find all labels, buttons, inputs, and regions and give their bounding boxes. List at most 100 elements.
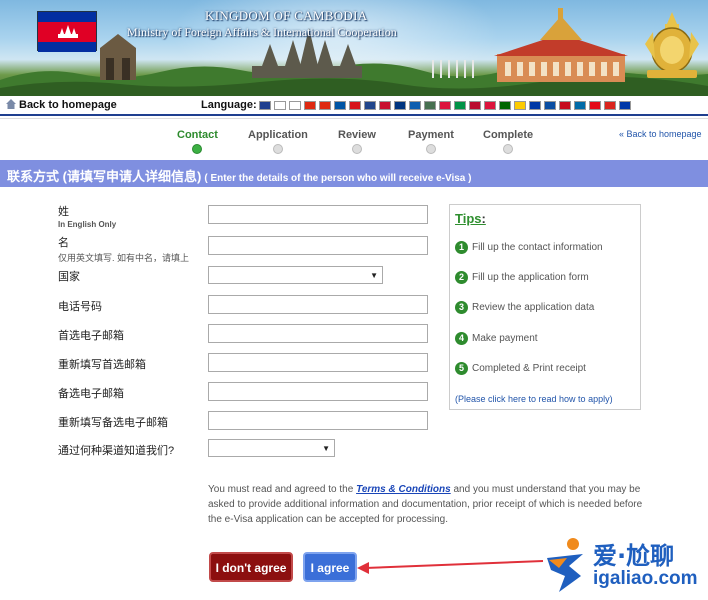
step-number-icon: 1 <box>455 241 468 254</box>
language-flag-icon[interactable] <box>349 101 361 110</box>
back-to-homepage-link[interactable]: Back to homepage <box>6 99 117 111</box>
banner-title: KINGDOM OF CAMBODIA <box>205 8 368 23</box>
language-flag-icon[interactable] <box>619 101 631 110</box>
language-flag-icon[interactable] <box>289 101 301 110</box>
step-contact: Contact <box>177 129 218 154</box>
given-name-label: 名 <box>58 237 69 249</box>
language-flag-icon[interactable] <box>589 101 601 110</box>
language-flags <box>259 101 631 111</box>
language-flag-icon[interactable] <box>484 101 496 110</box>
royal-crest-icon <box>645 12 699 78</box>
email-confirm-label: 重新填写首选邮箱 <box>58 359 146 371</box>
language-bar: Back to homepage Language: <box>0 96 708 116</box>
annotation-arrow-icon <box>357 560 544 574</box>
step-label: Application <box>248 129 308 141</box>
section-title-cn: 联系方式 (请填写申请人详细信息) <box>7 169 202 184</box>
alt-email-confirm-label: 重新填写备选电子邮箱 <box>58 417 168 429</box>
language-flag-icon[interactable] <box>304 101 316 110</box>
language-flag-icon[interactable] <box>439 101 451 110</box>
terms-notice: You must read and agreed to the Terms & … <box>208 482 648 527</box>
language-flag-icon[interactable] <box>544 101 556 110</box>
step-number-icon: 4 <box>455 332 468 345</box>
dropdown-arrow-icon: ▼ <box>322 444 330 453</box>
language-flag-icon[interactable] <box>499 101 511 110</box>
email-input[interactable] <box>208 324 428 343</box>
step-indicator-icon <box>272 144 283 154</box>
section-header: 联系方式 (请填写申请人详细信息) ( Enter the details of… <box>0 160 708 187</box>
step-payment: Payment <box>408 129 454 154</box>
language-flag-icon[interactable] <box>469 101 481 110</box>
language-flag-icon[interactable] <box>379 101 391 110</box>
language-flag-icon[interactable] <box>529 101 541 110</box>
tip-text: Review the application data <box>472 302 595 314</box>
alt-email-confirm-input[interactable] <box>208 411 428 430</box>
language-flag-icon[interactable] <box>259 101 271 110</box>
watermark-logo-icon <box>547 538 583 592</box>
how-to-apply-link[interactable]: (Please click here to read how to apply) <box>455 394 613 404</box>
given-name-hint: 仅用英文填写. 如有中名，请填上 <box>58 253 190 263</box>
tip-item: 2 Fill up the application form <box>455 271 589 284</box>
language-flag-icon[interactable] <box>334 101 346 110</box>
banner-subtitle: Ministry of Foreign Affairs & Internatio… <box>127 25 397 39</box>
source-select[interactable]: ▼ <box>208 439 335 457</box>
language-flag-icon[interactable] <box>409 101 421 110</box>
tips-title: Tips: <box>455 211 486 226</box>
surname-input[interactable] <box>208 205 428 224</box>
terms-conditions-link[interactable]: Terms & Conditions <box>356 484 451 495</box>
step-application: Application <box>248 129 308 154</box>
watermark-url: igaliao.com <box>593 568 698 589</box>
language-flag-icon[interactable] <box>514 101 526 110</box>
step-review: Review <box>338 129 376 154</box>
surname-hint: In English Only <box>58 220 117 229</box>
tip-text: Fill up the application form <box>472 272 589 284</box>
step-indicator-icon <box>425 144 436 154</box>
email-label: 首选电子邮箱 <box>58 330 124 342</box>
email-confirm-input[interactable] <box>208 353 428 372</box>
source-label: 通过何种渠道知道我们? <box>58 445 175 457</box>
language-flag-icon[interactable] <box>274 101 286 110</box>
language-flag-icon[interactable] <box>454 101 466 110</box>
tip-text: Make payment <box>472 333 538 345</box>
surname-label-group: 姓 In English Only <box>58 203 116 229</box>
given-name-input[interactable] <box>208 236 428 255</box>
back-to-homepage-small-link[interactable]: « Back to homepage <box>619 129 702 139</box>
language-flag-icon[interactable] <box>319 101 331 110</box>
tip-item: 5 Completed & Print receipt <box>455 362 586 375</box>
country-select[interactable]: ▼ <box>208 266 383 284</box>
language-flag-icon[interactable] <box>574 101 586 110</box>
terms-text-before: You must read and agreed to the <box>208 484 357 495</box>
dropdown-arrow-icon: ▼ <box>370 271 378 280</box>
language-flag-icon[interactable] <box>604 101 616 110</box>
cambodia-flag-icon <box>37 11 97 52</box>
language-flag-icon[interactable] <box>559 101 571 110</box>
language-flag-icon[interactable] <box>364 101 376 110</box>
surname-label: 姓 <box>58 206 69 218</box>
step-indicator-icon <box>503 144 514 154</box>
alt-email-label: 备选电子邮箱 <box>58 388 124 400</box>
step-complete: Complete <box>483 129 533 154</box>
alt-email-input[interactable] <box>208 382 428 401</box>
language-flag-icon[interactable] <box>424 101 436 110</box>
phone-input[interactable] <box>208 295 428 314</box>
back-to-homepage-label: Back to homepage <box>19 99 117 111</box>
language-label: Language: <box>201 99 257 111</box>
step-label: Review <box>338 129 376 141</box>
disagree-button[interactable]: I don't agree <box>209 552 293 582</box>
step-number-icon: 2 <box>455 271 468 284</box>
home-icon <box>6 99 16 109</box>
step-indicator-icon <box>351 144 362 154</box>
tip-item: 3 Review the application data <box>455 301 594 314</box>
step-label: Payment <box>408 129 454 141</box>
watermark: 爱·尬聊 igaliao.com <box>543 534 705 596</box>
agree-button[interactable]: I agree <box>303 552 357 582</box>
language-flag-icon[interactable] <box>394 101 406 110</box>
tip-item: 1 Fill up the contact information <box>455 241 603 254</box>
step-indicator-icon <box>192 144 203 154</box>
tip-text: Fill up the contact information <box>472 242 603 254</box>
tip-text: Completed & Print receipt <box>472 363 586 375</box>
tips-panel: Tips: 1 Fill up the contact information 2… <box>449 204 641 410</box>
step-label: Contact <box>177 129 218 141</box>
section-title-en: ( Enter the details of the person who wi… <box>204 173 472 184</box>
step-label: Complete <box>483 129 534 141</box>
phone-label: 电话号码 <box>58 301 102 313</box>
